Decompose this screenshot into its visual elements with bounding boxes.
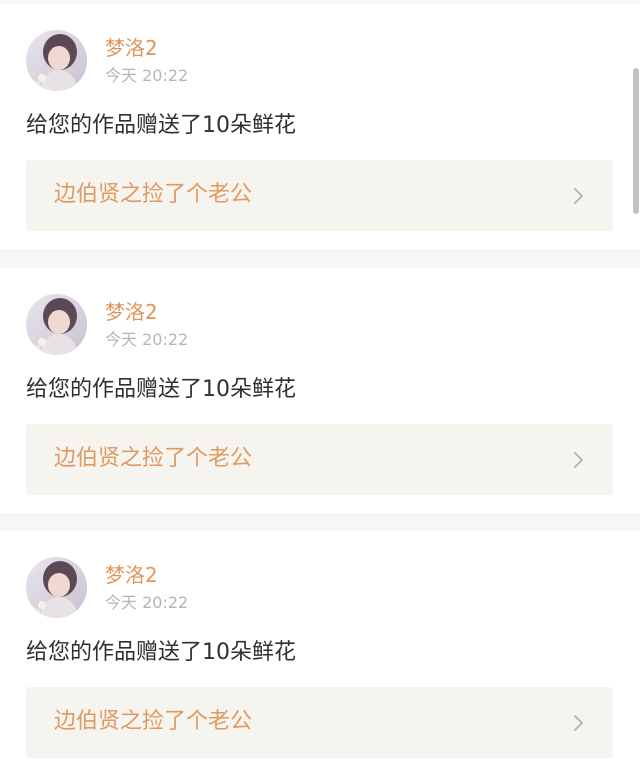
work-title: 边伯贤之捡了个老公 bbox=[54, 182, 253, 207]
user-avatar[interactable] bbox=[26, 294, 87, 355]
username[interactable]: 梦洛2 bbox=[105, 300, 158, 324]
user-avatar[interactable] bbox=[26, 557, 87, 618]
timestamp: 今天 20:22 bbox=[105, 593, 189, 612]
gift-message: 给您的作品赠送了10朵鲜花 bbox=[26, 377, 296, 402]
work-link-button[interactable]: 边伯贤之捡了个老公 bbox=[26, 160, 613, 231]
username[interactable]: 梦洛2 bbox=[105, 36, 158, 60]
work-title: 边伯贤之捡了个老公 bbox=[54, 709, 253, 734]
work-link-button[interactable]: 边伯贤之捡了个老公 bbox=[26, 687, 613, 758]
gift-message: 给您的作品赠送了10朵鲜花 bbox=[26, 640, 296, 665]
user-avatar[interactable] bbox=[26, 30, 87, 91]
timestamp: 今天 20:22 bbox=[105, 330, 189, 349]
chevron-right-icon bbox=[573, 451, 585, 469]
user-avatar-icon bbox=[26, 557, 87, 618]
work-title: 边伯贤之捡了个老公 bbox=[54, 446, 253, 471]
user-avatar-icon bbox=[26, 294, 87, 355]
user-avatar-icon bbox=[26, 30, 87, 91]
gift-message: 给您的作品赠送了10朵鲜花 bbox=[26, 113, 296, 138]
notification-card: 梦洛2 今天 20:22 给您的作品赠送了10朵鲜花 边伯贤之捡了个老公 bbox=[0, 268, 640, 513]
notification-card: 梦洛2 今天 20:22 给您的作品赠送了10朵鲜花 边伯贤之捡了个老公 bbox=[0, 4, 640, 249]
scrollbar[interactable] bbox=[633, 68, 639, 214]
notification-feed: 梦洛2 今天 20:22 给您的作品赠送了10朵鲜花 边伯贤之捡了个老公 梦洛2… bbox=[0, 0, 640, 776]
notification-card: 梦洛2 今天 20:22 给您的作品赠送了10朵鲜花 边伯贤之捡了个老公 bbox=[0, 531, 640, 776]
chevron-right-icon bbox=[573, 187, 585, 205]
username[interactable]: 梦洛2 bbox=[105, 563, 158, 587]
timestamp: 今天 20:22 bbox=[105, 66, 189, 85]
work-link-button[interactable]: 边伯贤之捡了个老公 bbox=[26, 424, 613, 495]
chevron-right-icon bbox=[573, 714, 585, 732]
